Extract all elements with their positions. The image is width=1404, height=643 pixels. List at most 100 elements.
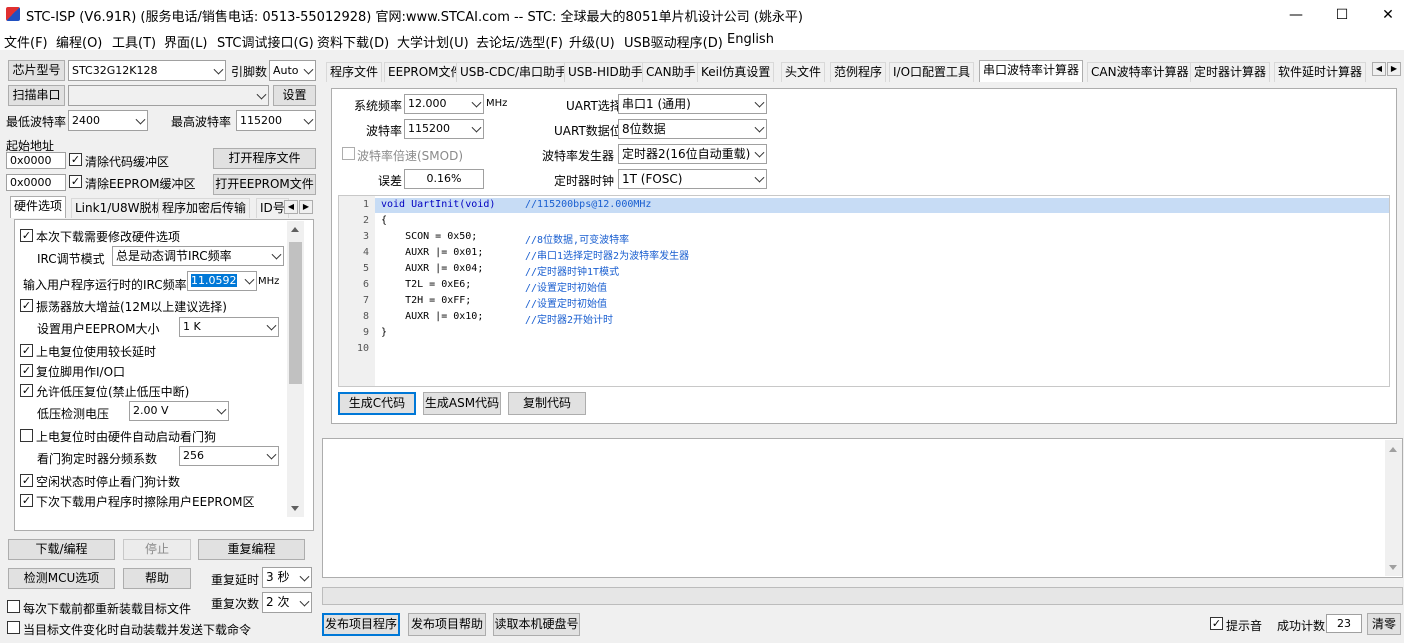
irc-mode-select[interactable]: 总是动态调节IRC频率 <box>112 246 284 266</box>
tab-encrypt[interactable]: 程序加密后传输 <box>158 198 251 218</box>
minimize-button[interactable]: — <box>1273 0 1319 30</box>
detect-mcu-button[interactable]: 检测MCU选项 <box>8 568 115 589</box>
menu-university[interactable]: 大学计划(U) <box>397 32 469 51</box>
sysfreq-select[interactable]: 12.000 <box>404 94 484 114</box>
reload-each-checkbox[interactable] <box>7 600 20 613</box>
menu-english[interactable]: English <box>727 32 774 47</box>
tab-keil-settings[interactable]: Keil仿真设置 <box>697 62 775 82</box>
code-comment: //定时器2开始计时 <box>525 315 614 326</box>
generate-asm-code-button[interactable]: 生成ASM代码 <box>423 392 501 415</box>
lvd-select[interactable]: 2.00 V <box>129 401 229 421</box>
read-disk-id-button[interactable]: 读取本机硬盘号 <box>493 613 580 636</box>
menu-upgrade[interactable]: 升级(U) <box>569 32 615 51</box>
open-program-file-button[interactable]: 打开程序文件 <box>213 148 316 169</box>
smod-checkbox[interactable] <box>342 147 355 160</box>
scroll-up-icon[interactable] <box>291 227 299 232</box>
reprogram-button[interactable]: 重复编程 <box>198 539 305 560</box>
tab-program-file[interactable]: 程序文件 <box>326 62 383 82</box>
chip-type-button[interactable]: 芯片型号 <box>8 60 65 81</box>
scroll-down-icon[interactable] <box>291 506 299 511</box>
tab-usb-cdc[interactable]: USB-CDC/串口助手 <box>456 62 572 82</box>
chevron-down-icon <box>303 64 314 75</box>
max-baud-select[interactable]: 115200 <box>236 110 316 131</box>
erase-eeprom-label: 下次下载用户程序时擦除用户EEPROM区 <box>36 495 255 509</box>
auto-reload-checkbox[interactable] <box>7 621 20 634</box>
wdt-divider-select[interactable]: 256 <box>179 446 279 466</box>
line-number: 10 <box>356 343 369 354</box>
download-program-button[interactable]: 下载/编程 <box>8 539 115 560</box>
lvd-label: 低压检测电压 <box>37 407 110 421</box>
open-eeprom-file-button[interactable]: 打开EEPROM文件 <box>213 174 316 195</box>
options-scrollbar[interactable] <box>287 221 304 517</box>
tab-eeprom-file[interactable]: EEPROM文件 <box>384 62 467 82</box>
eeprom-size-select[interactable]: 1 K <box>179 317 279 337</box>
hw-watchdog-checkbox[interactable] <box>20 429 33 442</box>
tab-scroll-right-icon[interactable]: ▶ <box>299 200 313 214</box>
tab-scroll-left-icon[interactable]: ◀ <box>284 200 298 214</box>
low-voltage-reset-checkbox[interactable]: ✓ <box>20 384 33 397</box>
osc-gain-checkbox[interactable]: ✓ <box>20 299 33 312</box>
reset-pin-io-checkbox[interactable]: ✓ <box>20 364 33 377</box>
min-baud-select[interactable]: 2400 <box>68 110 148 131</box>
baud-generator-select[interactable]: 定时器2(16位自动重载) <box>618 144 767 164</box>
tab-delay-calc[interactable]: 软件延时计算器 <box>1274 62 1367 82</box>
scroll-down-icon[interactable] <box>1389 565 1397 570</box>
repeat-delay-select[interactable]: 3 秒 <box>262 567 312 588</box>
irc-freq-unit: MHz <box>258 276 280 287</box>
settings-button[interactable]: 设置 <box>273 85 316 106</box>
modify-hw-options-checkbox[interactable]: ✓ <box>20 229 33 242</box>
output-log[interactable] <box>322 438 1403 578</box>
code-start-address-input[interactable]: 0x0000 <box>6 152 66 169</box>
tab-scroll-left-icon[interactable]: ◀ <box>1372 62 1386 76</box>
menu-download[interactable]: 资料下载(D) <box>317 32 389 51</box>
menu-forum[interactable]: 去论坛/选型(F) <box>476 32 563 51</box>
tab-scroll-right-icon[interactable]: ▶ <box>1387 62 1401 76</box>
tab-io-config[interactable]: I/O口配置工具 <box>889 62 975 82</box>
code-editor[interactable]: 1 void UartInit(void) //115200bps@12.000MH… <box>338 195 1390 387</box>
baud-select[interactable]: 115200 <box>404 119 484 139</box>
menu-program[interactable]: 编程(O) <box>56 32 102 51</box>
menu-debug[interactable]: STC调试接口(G) <box>217 32 314 51</box>
tab-examples[interactable]: 范例程序 <box>830 62 887 82</box>
clear-count-button[interactable]: 清零 <box>1367 613 1401 635</box>
idle-stop-wdt-checkbox[interactable]: ✓ <box>20 474 33 487</box>
timer-clock-select[interactable]: 1T (FOSC) <box>618 169 767 189</box>
uart-data-bits-select[interactable]: 8位数据 <box>618 119 767 139</box>
publish-project-button[interactable]: 发布项目程序 <box>322 613 400 636</box>
tab-uart-baud-calc[interactable]: 串口波特率计算器 <box>979 60 1084 82</box>
maximize-button[interactable]: ☐ <box>1319 0 1365 30</box>
irc-freq-select[interactable]: 11.0592 <box>187 271 257 291</box>
tab-can-baud-calc[interactable]: CAN波特率计算器 <box>1087 62 1193 82</box>
tab-hardware-options[interactable]: 硬件选项 <box>10 196 67 218</box>
uart-select[interactable]: 串口1 (通用) <box>618 94 767 114</box>
help-button[interactable]: 帮助 <box>123 568 191 589</box>
stop-button[interactable]: 停止 <box>123 539 191 560</box>
clear-code-checkbox[interactable]: ✓ <box>69 153 82 166</box>
port-select[interactable] <box>68 85 269 106</box>
clear-eeprom-checkbox[interactable]: ✓ <box>69 175 82 188</box>
menu-usb-driver[interactable]: USB驱动程序(D) <box>624 32 723 51</box>
scroll-thumb[interactable] <box>289 242 302 384</box>
generate-c-code-button[interactable]: 生成C代码 <box>338 392 416 415</box>
copy-code-button[interactable]: 复制代码 <box>508 392 586 415</box>
tab-header-file[interactable]: 头文件 <box>781 62 826 82</box>
tab-usb-hid[interactable]: USB-HID助手 <box>564 62 647 82</box>
tab-link1[interactable]: Link1/U8W脱机 <box>71 198 168 218</box>
beep-checkbox[interactable]: ✓ <box>1210 617 1223 630</box>
long-reset-delay-checkbox[interactable]: ✓ <box>20 344 33 357</box>
repeat-count-select[interactable]: 2 次 <box>262 592 312 613</box>
pin-count-select[interactable]: Auto <box>269 60 316 81</box>
publish-help-button[interactable]: 发布项目帮助 <box>408 613 486 636</box>
scroll-up-icon[interactable] <box>1389 447 1397 452</box>
menu-file[interactable]: 文件(F) <box>4 32 48 51</box>
eeprom-start-address-input[interactable]: 0x0000 <box>6 174 66 191</box>
chip-select[interactable]: STC32G12K128 <box>68 60 226 81</box>
menu-interface[interactable]: 界面(L) <box>164 32 207 51</box>
menu-tools[interactable]: 工具(T) <box>112 32 156 51</box>
tab-timer-calc[interactable]: 定时器计算器 <box>1190 62 1271 82</box>
close-button[interactable]: ✕ <box>1365 0 1404 30</box>
tab-can-helper[interactable]: CAN助手 <box>642 62 700 82</box>
erase-eeprom-checkbox[interactable]: ✓ <box>20 494 33 507</box>
log-scrollbar[interactable] <box>1385 440 1402 576</box>
scan-port-button[interactable]: 扫描串口 <box>8 85 65 106</box>
